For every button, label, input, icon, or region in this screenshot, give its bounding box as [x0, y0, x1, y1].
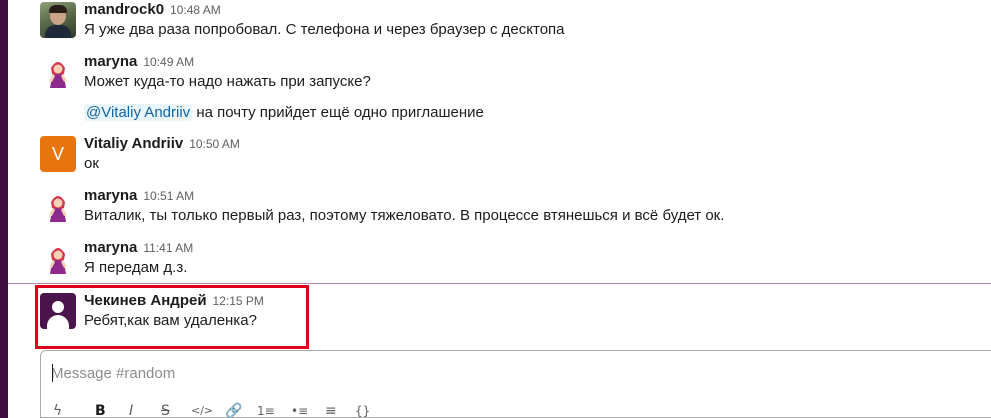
sender-name[interactable]: Vitaliy Andriiv: [84, 135, 183, 152]
code-block-icon[interactable]: {}: [355, 403, 370, 418]
message-item: maryna 10:49 AM Может куда-то надо нажать…: [8, 52, 991, 124]
strikethrough-button[interactable]: S: [161, 403, 170, 418]
timestamp[interactable]: 10:50 AM: [189, 137, 240, 151]
timestamp[interactable]: 10:51 AM: [143, 189, 194, 203]
message-header: maryna 10:49 AM: [84, 53, 194, 71]
message-text: Может куда-то надо нажать при запуске?: [84, 73, 371, 90]
message-item: mandrock0 10:48 AM Я уже два раза попробо…: [8, 0, 991, 44]
message-item: V Vitaliy Andriiv 10:50 AM ок: [8, 134, 991, 178]
formatting-toolbar: ϟ B I S </> 🔗 1≡ •≡ ≡ {}: [41, 403, 991, 418]
timestamp[interactable]: 10:49 AM: [143, 55, 194, 69]
message-input[interactable]: [51, 361, 951, 385]
bulleted-list-icon[interactable]: •≡: [291, 403, 308, 418]
blockquote-icon[interactable]: ≡: [325, 403, 337, 418]
sender-name[interactable]: maryna: [84, 53, 137, 70]
message-item: maryna 11:41 AM Я передам д.з.: [8, 238, 991, 282]
sidebar-edge: [0, 0, 8, 418]
new-messages-divider: [8, 283, 991, 284]
user-mention-link[interactable]: @Vitaliy Andriiv: [84, 104, 193, 121]
code-icon[interactable]: </>: [191, 403, 213, 418]
message-text: Виталик, ты только первый раз, поэтому т…: [84, 207, 725, 224]
masha-avatar-icon: [49, 62, 67, 88]
message-text: Я уже два раза попробовал. С телефона и …: [84, 21, 565, 38]
message-header: Vitaliy Andriiv 10:50 AM: [84, 135, 240, 153]
avatar-shoulders: [45, 25, 71, 38]
user-avatar[interactable]: [40, 2, 76, 38]
link-icon[interactable]: 🔗: [225, 403, 242, 418]
message-text-mention-line: @Vitaliy Andriiv на почту прийдет ещё од…: [84, 103, 484, 123]
timestamp[interactable]: 10:48 AM: [170, 3, 221, 17]
sender-name[interactable]: maryna: [84, 239, 137, 256]
user-avatar[interactable]: [40, 54, 76, 90]
text-cursor: [52, 364, 53, 382]
message-header: mandrock0 10:48 AM: [84, 1, 221, 19]
message-text: Я передам д.з.: [84, 259, 188, 276]
message-composer[interactable]: ϟ B I S </> 🔗 1≡ •≡ ≡ {}: [40, 350, 991, 418]
shortcuts-lightning-icon[interactable]: ϟ: [53, 403, 62, 418]
message-item: maryna 10:51 AM Виталик, ты только первый…: [8, 186, 991, 230]
timestamp[interactable]: 11:41 AM: [143, 241, 193, 255]
bold-button[interactable]: B: [95, 403, 106, 418]
message-header: maryna 10:51 AM: [84, 187, 194, 205]
sender-name[interactable]: mandrock0: [84, 1, 164, 18]
user-avatar[interactable]: [40, 188, 76, 224]
user-avatar[interactable]: [40, 240, 76, 276]
avatar-hair: [49, 5, 67, 13]
message-text: ок: [84, 155, 99, 172]
mention-line-text: на почту прийдет ещё одно приглашение: [192, 104, 484, 121]
italic-button[interactable]: I: [129, 403, 133, 418]
masha-avatar-icon: [49, 248, 67, 274]
highlight-annotation-box: [35, 285, 309, 349]
user-avatar[interactable]: V: [40, 136, 76, 172]
masha-avatar-icon: [49, 196, 67, 222]
ordered-list-icon[interactable]: 1≡: [257, 403, 275, 418]
message-header: maryna 11:41 AM: [84, 239, 193, 257]
sender-name[interactable]: maryna: [84, 187, 137, 204]
